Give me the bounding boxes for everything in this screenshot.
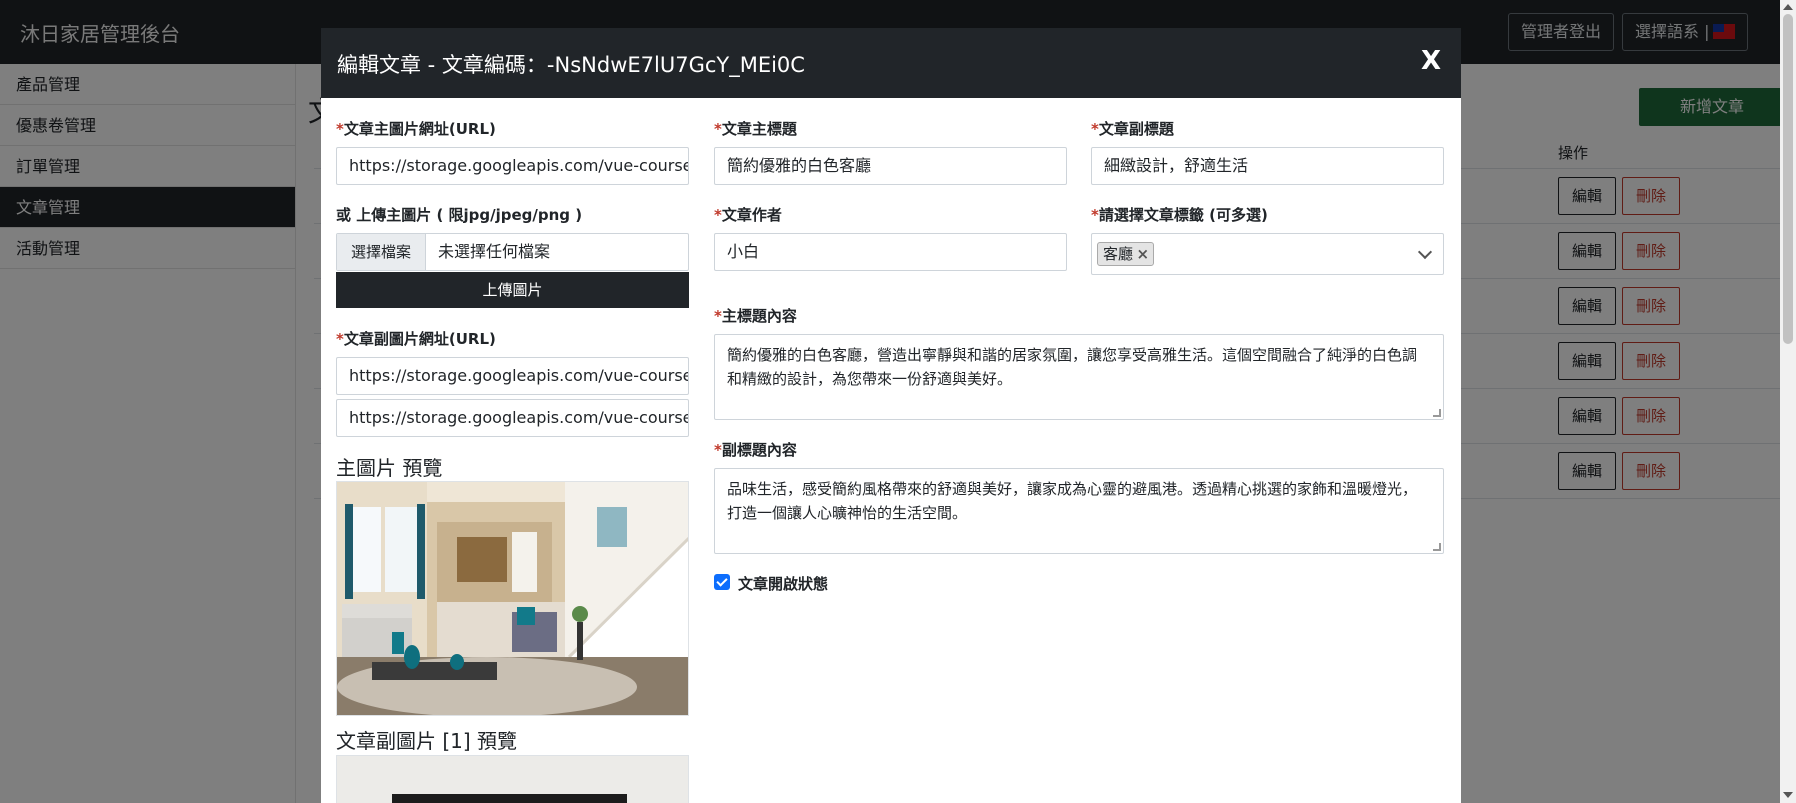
- sub-image-url-input-2[interactable]: https://storage.googleapis.com/vue-cours…: [336, 399, 689, 437]
- sub-content-text: 品味生活，感受簡約風格帶來的舒適與美好，讓家成為心靈的避風港。透過精心挑選的家飾…: [727, 480, 1418, 522]
- subtitle-label: *文章副標題: [1091, 120, 1174, 138]
- main-image-label: *文章主圖片網址(URL): [336, 120, 496, 138]
- resize-grip-icon[interactable]: [1433, 409, 1441, 417]
- main-content-text: 簡約優雅的白色客廳，營造出寧靜與和諧的居家氛圍，讓您享受高雅生活。這個空間融合了…: [727, 346, 1418, 388]
- main-preview-image: [336, 481, 689, 716]
- close-button[interactable]: X: [1421, 46, 1441, 76]
- main-preview-title: 主圖片 預覽: [336, 456, 443, 480]
- resize-grip-icon[interactable]: [1433, 543, 1441, 551]
- sub-content-label: *副標題內容: [714, 441, 797, 459]
- main-content-label: *主標題內容: [714, 307, 797, 325]
- page-scrollbar[interactable]: [1780, 0, 1796, 803]
- enabled-checkbox[interactable]: [714, 574, 730, 590]
- choose-file-button[interactable]: 選擇檔案: [337, 234, 426, 270]
- tag-chip: 客廳 ×: [1097, 242, 1155, 266]
- author-label: *文章作者: [714, 206, 782, 224]
- enabled-label[interactable]: 文章開啟狀態: [738, 573, 828, 594]
- file-name-text: 未選擇任何檔案: [438, 242, 551, 261]
- tag-chip-label: 客廳: [1103, 245, 1134, 263]
- scroll-down-icon[interactable]: [1783, 792, 1793, 798]
- file-input[interactable]: 選擇檔案 未選擇任何檔案: [336, 233, 689, 271]
- subtitle-input[interactable]: 細緻設計，舒適生活: [1091, 147, 1444, 185]
- sub-image-label: *文章副圖片網址(URL): [336, 330, 496, 348]
- title-label: *文章主標題: [714, 120, 797, 138]
- upload-image-button[interactable]: 上傳圖片: [336, 272, 689, 308]
- title-input[interactable]: 簡約優雅的白色客廳: [714, 147, 1067, 185]
- author-input[interactable]: 小白: [714, 233, 1067, 271]
- sub-preview-title: 文章副圖片 [1] 預覽: [336, 729, 518, 753]
- scroll-thumb[interactable]: [1783, 14, 1793, 344]
- tag-remove-icon[interactable]: ×: [1136, 243, 1149, 265]
- modal-title: 編輯文章 - 文章編碼：-NsNdwE7lU7GcY_MEi0C: [337, 53, 805, 77]
- main-image-url-input[interactable]: https://storage.googleapis.com/vue-cours…: [336, 147, 689, 185]
- chevron-down-icon[interactable]: [1417, 244, 1433, 260]
- scroll-up-icon[interactable]: [1783, 4, 1793, 10]
- modal-header: 編輯文章 - 文章編碼：-NsNdwE7lU7GcY_MEi0C X: [321, 28, 1461, 98]
- tags-select[interactable]: 客廳 ×: [1091, 233, 1444, 275]
- edit-article-modal: 編輯文章 - 文章編碼：-NsNdwE7lU7GcY_MEi0C X *文章主圖…: [321, 28, 1461, 803]
- upload-image-label: 或 上傳主圖片 ( 限jpg/jpeg/png ): [336, 206, 583, 224]
- sub-content-textarea[interactable]: 品味生活，感受簡約風格帶來的舒適與美好，讓家成為心靈的避風港。透過精心挑選的家飾…: [714, 468, 1444, 554]
- tags-label: *請選擇文章標籤 (可多選): [1091, 206, 1268, 224]
- main-content-textarea[interactable]: 簡約優雅的白色客廳，營造出寧靜與和諧的居家氛圍，讓您享受高雅生活。這個空間融合了…: [714, 334, 1444, 420]
- sub-preview-image: [336, 755, 689, 803]
- sub-image-url-input-1[interactable]: https://storage.googleapis.com/vue-cours…: [336, 357, 689, 395]
